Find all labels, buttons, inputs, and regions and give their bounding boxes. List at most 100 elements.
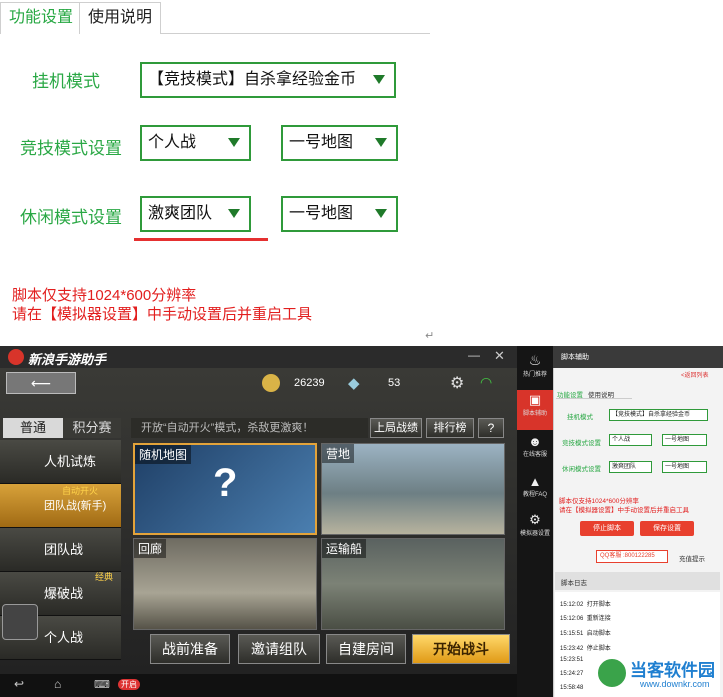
resolution-note: 脚本仅支持1024*600分辨率	[12, 287, 197, 304]
mini-casual-map-select[interactable]: 一号地图	[662, 461, 707, 473]
log-time: 15:12:02	[560, 602, 584, 608]
casual-mode-select[interactable]: 激爽团队	[140, 196, 251, 232]
script-panel-title: 脚本辅助	[561, 354, 589, 361]
log-text: 重新连接	[586, 616, 611, 622]
tab-function-settings[interactable]: 功能设置	[0, 2, 83, 34]
nav-faq[interactable]: ▲ 教程FAQ	[517, 474, 553, 498]
log-row: 15:12:06 重新连接	[560, 613, 611, 622]
qq-support-button[interactable]: QQ客服 :800122285	[596, 550, 668, 563]
chevron-down-icon	[228, 209, 240, 218]
nav-emulator-label: 模拟器设置	[519, 531, 550, 537]
label-idle-mode: 挂机模式	[32, 72, 100, 91]
competitive-mode-select[interactable]: 个人战	[140, 125, 251, 161]
map-card-cargo-ship[interactable]: 运输船	[321, 538, 505, 630]
map-title-corridor: 回廊	[134, 539, 167, 558]
script-icon: ▣	[528, 392, 542, 407]
nav-hot-label: 热门推荐	[522, 372, 547, 378]
restart-note: 请在【模拟器设置】中手动设置后并重启工具	[12, 306, 313, 323]
log-row: 15:12:02 打开脚本	[560, 599, 611, 608]
watermark-name: 当客软件园	[630, 661, 715, 680]
log-time: 15:23:42	[560, 646, 584, 652]
keyboard-icon[interactable]: ⌨	[94, 678, 110, 691]
idle-mode-select[interactable]: 【竞技模式】自杀拿经验金币	[140, 62, 396, 98]
tab-usage-instructions[interactable]: 使用说明	[79, 2, 162, 34]
mini-tab-function[interactable]: 功能设置	[557, 389, 583, 399]
save-settings-button[interactable]: 保存设置	[640, 521, 694, 536]
record-toggle[interactable]: 开启	[118, 679, 140, 690]
app-logo-icon	[8, 349, 24, 365]
highlight-underline	[134, 238, 268, 241]
mode-item-pve[interactable]: 人机试炼	[0, 440, 121, 484]
nav-hot[interactable]: ♨ 热门推荐	[517, 352, 553, 378]
diamond-count: 53	[388, 377, 401, 389]
close-icon[interactable]: ✕	[494, 348, 505, 364]
blast-tag: 经典	[95, 572, 114, 582]
nav-script-label: 脚本辅助	[522, 411, 547, 417]
mini-idle-select[interactable]: 【竞技模式】自杀拿经验金币	[609, 409, 708, 421]
stop-script-button[interactable]: 停止脚本	[580, 521, 634, 536]
minimize-icon[interactable]: —	[468, 348, 480, 362]
mode-item-team-new[interactable]: 团队战(新手)	[0, 484, 121, 528]
tab-ranked[interactable]: 积分赛	[63, 418, 121, 438]
idle-mode-value: 【竞技模式】自杀拿经验金币	[148, 71, 357, 88]
event-banner: 开放“自动开火”模式，杀敌更激爽！	[131, 418, 368, 438]
diamond-icon: ◆	[348, 375, 360, 392]
mini-label-idle: 挂机模式	[567, 414, 593, 421]
floating-toolbox-icon[interactable]	[2, 604, 38, 640]
casual-mode-value: 激爽团队	[148, 205, 213, 222]
nav-emulator-settings[interactable]: ⚙ 模拟器设置	[517, 512, 553, 537]
mini-competitive-select[interactable]: 个人战	[609, 434, 652, 446]
casual-map-value: 一号地图	[289, 205, 354, 222]
return-mark: ↵	[425, 330, 435, 342]
log-text: 打开脚本	[586, 602, 611, 608]
coin-count: 26239	[294, 377, 325, 389]
nav-support-label: 在线客服	[522, 452, 547, 458]
back-button[interactable]: ⟵	[6, 372, 76, 394]
back-nav-icon[interactable]: ↩	[14, 677, 24, 691]
nav-support[interactable]: ☻ 在线客服	[517, 434, 553, 458]
nav-faq-label: 教程FAQ	[522, 492, 547, 498]
emulator-titlebar: 新浪手游助手 — ✕	[0, 346, 517, 368]
android-navbar: ↩ ⌂ ⌨ 开启	[0, 674, 517, 697]
back-to-list-link[interactable]: <返回列表	[681, 370, 709, 379]
leaderboard-button[interactable]: 排行榜	[426, 418, 474, 438]
home-nav-icon[interactable]: ⌂	[54, 677, 61, 691]
mode-item-team[interactable]: 团队战	[0, 528, 121, 572]
team-new-tag: 自动开火	[62, 486, 99, 496]
mini-casual-select[interactable]: 激爽团队	[609, 461, 652, 473]
competitive-mode-value: 个人战	[148, 134, 197, 151]
map-card-random[interactable]: 随机地图 ?	[133, 443, 317, 535]
log-row: 15:23:42 停止脚本	[560, 643, 611, 652]
tab-normal[interactable]: 普通	[3, 418, 63, 438]
last-match-button[interactable]: 上局战绩	[370, 418, 422, 438]
log-time: 15:15:51	[560, 631, 584, 637]
create-room-button[interactable]: 自建房间	[326, 634, 406, 664]
mini-tab-usage[interactable]: 使用说明	[588, 389, 614, 399]
casual-map-select[interactable]: 一号地图	[281, 196, 398, 232]
fire-icon: ♨	[528, 352, 542, 368]
log-title: 脚本日志	[561, 580, 587, 587]
log-row: 15:23:51	[560, 657, 587, 663]
prepare-button[interactable]: 战前准备	[150, 634, 230, 664]
start-battle-button[interactable]: 开始战斗	[412, 634, 510, 664]
mini-competitive-map-select[interactable]: 一号地图	[662, 434, 707, 446]
log-row: 15:15:51 启动脚本	[560, 628, 611, 637]
chevron-down-icon	[373, 75, 385, 84]
recharge-tip-link[interactable]: 充值提示	[679, 553, 705, 563]
map-title-cargo-ship: 运输船	[322, 539, 367, 558]
map-title-camp: 营地	[322, 444, 355, 463]
chevron-down-icon	[228, 138, 240, 147]
gear-icon: ⚙	[529, 512, 541, 527]
invite-team-button[interactable]: 邀请组队	[238, 634, 320, 664]
wifi-icon: ◠	[480, 374, 493, 390]
graduation-cap-icon: ▲	[528, 474, 542, 489]
help-button[interactable]: ?	[478, 418, 504, 438]
competitive-map-select[interactable]: 一号地图	[281, 125, 398, 161]
log-text: 启动脚本	[586, 631, 611, 637]
map-card-camp[interactable]: 营地	[321, 443, 505, 535]
nav-script[interactable]: ▣ 脚本辅助	[517, 390, 553, 430]
question-icon: ?	[213, 461, 238, 505]
coin-icon	[262, 374, 280, 392]
map-card-corridor[interactable]: 回廊	[133, 538, 317, 630]
gear-icon[interactable]: ⚙	[450, 373, 464, 393]
